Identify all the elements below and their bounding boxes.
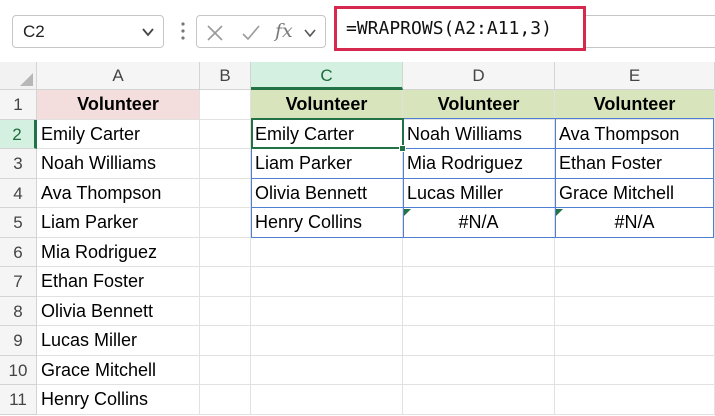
formula-input[interactable]: =WRAPROWS(A2:A11,3) [334,6,586,51]
cell-a6[interactable]: Mia Rodriguez [37,237,200,267]
cell-d3[interactable]: Mia Rodriguez [403,149,555,179]
row-header-6[interactable]: 6 [0,237,37,267]
cell-d5[interactable]: #N/A [403,208,555,238]
formula-bar: C2 fx =WRAPROWS(A2:A11,3) [0,0,715,62]
cell-e7[interactable] [555,267,715,297]
enter-check-icon[interactable] [241,23,261,43]
row-header-5[interactable]: 5 [0,208,37,238]
cell-a4[interactable]: Ava Thompson [37,178,200,208]
row-header-4[interactable]: 4 [0,178,37,208]
error-indicator-icon[interactable] [556,209,563,216]
cell-b8[interactable] [200,296,251,326]
cell-c3[interactable]: Liam Parker [251,149,403,179]
cell-c11[interactable] [251,385,403,415]
cancel-icon[interactable] [205,23,225,43]
cell-e6[interactable] [555,237,715,267]
worksheet-grid: A B C D E 1 2 3 4 5 6 7 8 9 10 11 Volunt… [0,62,715,416]
cell-a5[interactable]: Liam Parker [37,208,200,238]
cell-a10[interactable]: Grace Mitchell [37,355,200,385]
cell-c5[interactable]: Henry Collins [251,208,403,238]
cell-c7[interactable] [251,267,403,297]
select-all-triangle-icon [20,73,33,86]
formula-actions: fx [196,15,326,48]
cell-d10[interactable] [403,355,555,385]
chevron-down-icon[interactable] [303,26,317,40]
cell-c8[interactable] [251,296,403,326]
cell-d1[interactable]: Volunteer [403,90,555,120]
select-all-button[interactable] [0,62,37,90]
cell-b9[interactable] [200,326,251,356]
cell-e9[interactable] [555,326,715,356]
cell-c2[interactable]: Emily Carter [251,119,403,149]
row-header-11[interactable]: 11 [0,385,37,415]
cell-e10[interactable] [555,355,715,385]
formula-input-extension[interactable] [586,15,715,48]
cell-b6[interactable] [200,237,251,267]
vertical-dots-icon [181,22,185,40]
row-header-8[interactable]: 8 [0,296,37,326]
row-header-1[interactable]: 1 [0,90,37,120]
cell-e1[interactable]: Volunteer [555,90,715,120]
cell-d2[interactable]: Noah Williams [403,119,555,149]
cell-e5[interactable]: #N/A [555,208,715,238]
chevron-down-icon[interactable] [141,25,155,39]
cell-b1[interactable] [200,90,251,120]
name-box-value: C2 [23,22,45,41]
insert-function-icon[interactable]: fx [275,20,301,44]
cell-d9[interactable] [403,326,555,356]
row-header-7[interactable]: 7 [0,267,37,297]
cell-d7[interactable] [403,267,555,297]
cell-e8[interactable] [555,296,715,326]
cell-a9[interactable]: Lucas Miller [37,326,200,356]
cell-e4[interactable]: Grace Mitchell [555,178,715,208]
formula-text: =WRAPROWS(A2:A11,3) [346,18,552,39]
column-header-e[interactable]: E [555,62,715,90]
column-header-a[interactable]: A [37,62,200,90]
cell-b3[interactable] [200,149,251,179]
cell-d6[interactable] [403,237,555,267]
name-box[interactable]: C2 [12,15,164,48]
cell-d4[interactable]: Lucas Miller [403,178,555,208]
row-header-10[interactable]: 10 [0,355,37,385]
cell-e3[interactable]: Ethan Foster [555,149,715,179]
cell-a8[interactable]: Olivia Bennett [37,296,200,326]
cell-d8[interactable] [403,296,555,326]
column-header-d[interactable]: D [403,62,555,90]
cell-d11[interactable] [403,385,555,415]
cell-c10[interactable] [251,355,403,385]
cell-c4[interactable]: Olivia Bennett [251,178,403,208]
cell-c6[interactable] [251,237,403,267]
cell-a11[interactable]: Henry Collins [37,385,200,415]
cell-a3[interactable]: Noah Williams [37,149,200,179]
row-header-9[interactable]: 9 [0,326,37,356]
fill-handle[interactable] [399,145,406,152]
column-header-c[interactable]: C [251,62,403,90]
cell-a7[interactable]: Ethan Foster [37,267,200,297]
cell-b4[interactable] [200,178,251,208]
cell-e11[interactable] [555,385,715,415]
error-indicator-icon[interactable] [404,209,411,216]
cell-a1[interactable]: Volunteer [37,90,200,120]
cell-b11[interactable] [200,385,251,415]
cell-c1[interactable]: Volunteer [251,90,403,120]
cell-c9[interactable] [251,326,403,356]
cell-b2[interactable] [200,119,251,149]
cell-b7[interactable] [200,267,251,297]
cell-e2[interactable]: Ava Thompson [555,119,715,149]
cell-a2[interactable]: Emily Carter [37,119,200,149]
column-header-b[interactable]: B [200,62,251,90]
cell-b10[interactable] [200,355,251,385]
cell-b5[interactable] [200,208,251,238]
row-header-3[interactable]: 3 [0,149,37,179]
row-header-2[interactable]: 2 [0,119,37,149]
